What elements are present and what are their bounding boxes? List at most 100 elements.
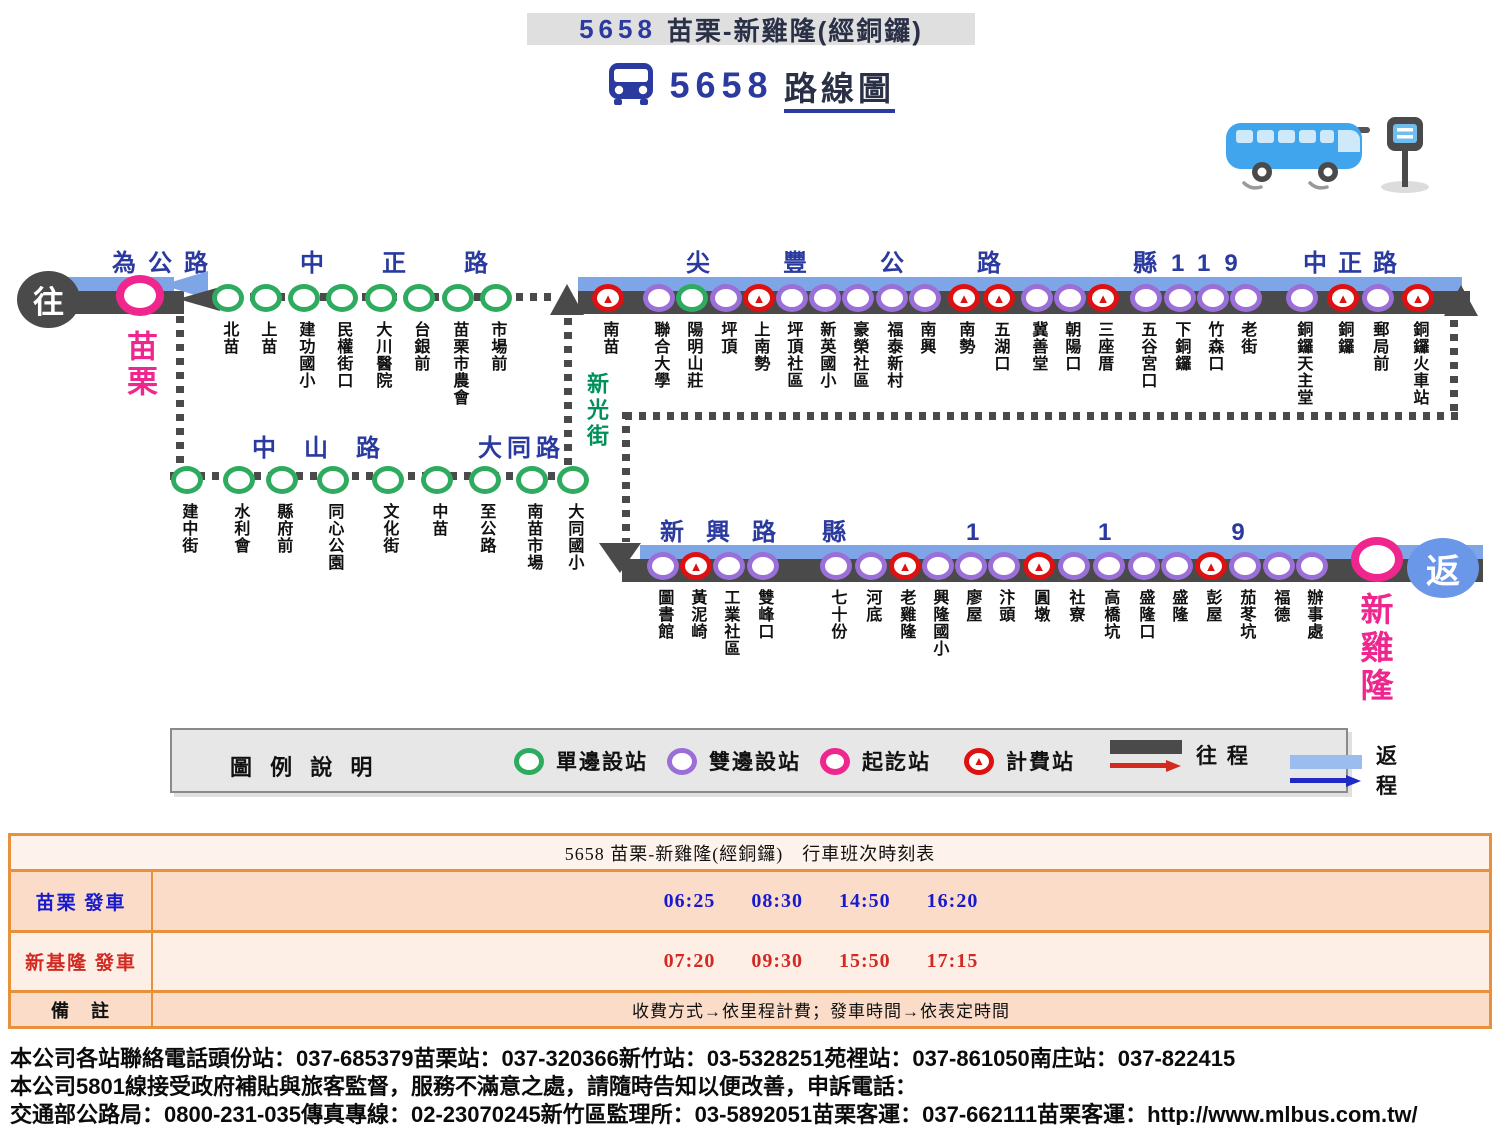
station-label: 上苗 bbox=[258, 321, 275, 355]
station-label: 汴頭 bbox=[996, 589, 1013, 623]
stop-icon bbox=[820, 552, 852, 580]
dotted-route-line bbox=[564, 318, 572, 476]
station-label: 三座厝 bbox=[1095, 321, 1112, 372]
route-map: 為公路 中正路 尖豐公路 縣119 中正路 中山路 大同路 新興路 縣119 新… bbox=[0, 0, 1500, 730]
stop-icon bbox=[1296, 552, 1328, 580]
station-label: 老街 bbox=[1238, 321, 1255, 355]
stop-icon bbox=[250, 284, 282, 312]
station-label: 北苗 bbox=[220, 321, 237, 355]
stop-icon bbox=[372, 466, 404, 494]
stop-icon bbox=[713, 552, 745, 580]
fare-stop-icon: ▲ bbox=[680, 552, 712, 580]
station-label: 七十份 bbox=[828, 589, 845, 640]
station-label: 下銅鑼 bbox=[1172, 321, 1189, 372]
station-label: 河底 bbox=[863, 589, 880, 623]
stop-icon bbox=[1054, 284, 1086, 312]
station-label: 銅鑼天主堂 bbox=[1294, 321, 1311, 406]
station-label: 南苗 bbox=[600, 321, 617, 355]
return-line-icon bbox=[1290, 755, 1362, 785]
road-label: 大同路 bbox=[478, 428, 565, 463]
station-label: 福德 bbox=[1271, 589, 1288, 623]
station-label: 建中街 bbox=[179, 503, 196, 554]
departure-times: 06:2508:3014:5016:20 bbox=[153, 872, 1489, 930]
stop-icon bbox=[643, 284, 675, 312]
station-label: 同心公園 bbox=[325, 503, 342, 571]
stop-icon bbox=[1197, 284, 1229, 312]
station-label: 銅鑼 bbox=[1335, 321, 1352, 355]
station-label: 高橋坑 bbox=[1101, 589, 1118, 640]
stop-icon bbox=[955, 552, 987, 580]
station-label: 銅鑼火車站 bbox=[1410, 321, 1427, 406]
station-label: 南興 bbox=[917, 321, 934, 355]
stop-icon bbox=[171, 466, 203, 494]
stop-icon bbox=[1093, 552, 1125, 580]
station-label: 上南勢 bbox=[751, 321, 768, 372]
stop-icon bbox=[469, 466, 501, 494]
station-label: 郵局前 bbox=[1370, 321, 1387, 372]
fare-stop-icon: ▲ bbox=[889, 552, 921, 580]
stop-icon bbox=[909, 284, 941, 312]
timetable-row-xinjilong: 新基隆 發車 07:2009:3015:5017:15 bbox=[11, 933, 1489, 993]
footer-line: 本公司各站聯絡電話頭份站：037-685379苗栗站：037-320366新竹站… bbox=[10, 1045, 1490, 1073]
legend-item-return: 返 程 bbox=[1290, 740, 1399, 800]
stop-icon bbox=[516, 466, 548, 494]
connector-arrow-icon bbox=[599, 543, 641, 573]
station-label: 工業社區 bbox=[721, 589, 738, 657]
stop-icon bbox=[212, 284, 244, 312]
departure-times: 07:2009:3015:5017:15 bbox=[153, 933, 1489, 990]
stop-icon bbox=[480, 284, 512, 312]
departure-time: 08:30 bbox=[751, 890, 803, 913]
stop-icon bbox=[1230, 284, 1262, 312]
stop-icon bbox=[988, 552, 1020, 580]
route-map-page: 5658 苗栗-新雞隆(經銅鑼) 5658 路線圖 bbox=[0, 0, 1500, 1125]
fare-stop-icon: ▲ bbox=[1087, 284, 1119, 312]
station-label: 坪頂社區 bbox=[784, 321, 801, 389]
station-label: 社寮 bbox=[1066, 589, 1083, 623]
departure-time: 14:50 bbox=[839, 890, 891, 913]
fare-stop-icon: ▲ bbox=[1327, 284, 1359, 312]
departure-time: 09:30 bbox=[751, 950, 803, 973]
departure-time: 07:20 bbox=[664, 950, 716, 973]
dotted-route-line bbox=[625, 412, 1458, 420]
stop-icon bbox=[710, 284, 742, 312]
return-badge: 返 bbox=[1407, 538, 1479, 598]
stop-icon bbox=[776, 284, 808, 312]
stop-icon bbox=[842, 284, 874, 312]
stop-icon bbox=[557, 466, 589, 494]
stop-icon bbox=[1058, 552, 1090, 580]
fare-stop-icon: ▲ bbox=[592, 284, 624, 312]
fare-stop-icon: ▲ bbox=[964, 748, 994, 775]
timetable: 5658 苗栗-新雞隆(經銅鑼) 行車班次時刻表 苗栗 發車 06:2508:3… bbox=[8, 833, 1492, 1029]
station-label: 黃泥崎 bbox=[688, 589, 705, 640]
destination-station-marker bbox=[1351, 537, 1403, 582]
road-label: 縣119 bbox=[822, 512, 1365, 547]
footer-line: 交通部公路局：0800-231-035傳真專線：02-23070245新竹區監理… bbox=[10, 1101, 1490, 1125]
station-label: 新英國小 bbox=[817, 321, 834, 389]
station-label: 南勢 bbox=[956, 321, 973, 355]
connector-arrow-icon bbox=[1444, 285, 1478, 316]
stop-icon bbox=[922, 552, 954, 580]
legend-item-outbound: 往 程 bbox=[1110, 740, 1250, 770]
station-label: 市場前 bbox=[488, 321, 505, 372]
timetable-row-note: 備 註 收費方式→依里程計費；發車時間→依表定時間 bbox=[11, 993, 1489, 1026]
dotted-route-line bbox=[1450, 320, 1458, 418]
road-label: 中山路 bbox=[252, 428, 408, 463]
dotted-route-line bbox=[176, 316, 184, 476]
station-label: 圓墩 bbox=[1031, 589, 1048, 623]
station-label: 苗栗市農會 bbox=[450, 321, 467, 406]
departure-label: 苗栗 發車 bbox=[11, 872, 153, 930]
stop-icon bbox=[442, 284, 474, 312]
road-label: 中正路 bbox=[300, 243, 546, 278]
fare-stop-icon: ▲ bbox=[948, 284, 980, 312]
stop-icon bbox=[421, 466, 453, 494]
stop-icon bbox=[1021, 284, 1053, 312]
station-label: 聯合大學 bbox=[651, 321, 668, 389]
stop-icon bbox=[1164, 284, 1196, 312]
legend-item-terminal: 起訖站 bbox=[820, 746, 931, 776]
station-label: 陽明山莊 bbox=[684, 321, 701, 389]
stop-icon bbox=[365, 284, 397, 312]
station-label: 五谷宮口 bbox=[1138, 321, 1155, 389]
connector-arrow-icon bbox=[550, 284, 584, 315]
stop-icon bbox=[1286, 284, 1318, 312]
legend-item-fare: ▲ 計費站 bbox=[964, 746, 1075, 776]
